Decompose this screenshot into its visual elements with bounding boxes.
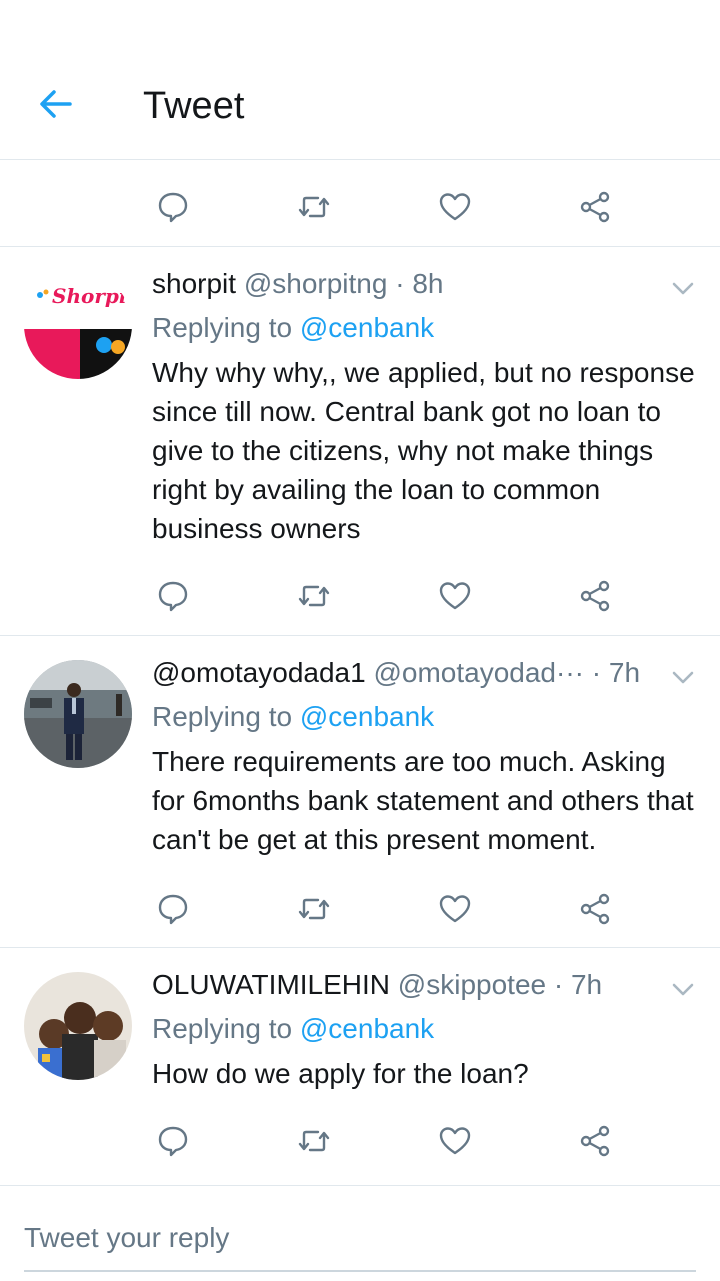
author-name[interactable]: @omotayodada1 <box>152 657 366 688</box>
like-heart-icon[interactable] <box>438 579 472 613</box>
tweet-text: Why why why,, we applied, but no respons… <box>152 357 695 544</box>
like-heart-icon[interactable] <box>438 1124 472 1158</box>
replying-to: Replying to @cenbank <box>152 311 696 345</box>
like-heart-icon[interactable] <box>438 892 472 926</box>
replying-prefix: Replying to <box>152 1013 293 1044</box>
replying-to: Replying to @cenbank <box>152 1012 696 1046</box>
replying-prefix: Replying to <box>152 701 293 732</box>
avatar-omotayodada1[interactable] <box>24 660 132 768</box>
main-tweet-actions <box>0 176 720 236</box>
tweet-meta: shorpit @shorpitng · 8h <box>152 267 696 301</box>
mention-link[interactable]: @cenbank <box>300 1013 434 1044</box>
page-title: Tweet <box>143 85 245 127</box>
author-handle[interactable]: @shorpitng <box>244 268 388 299</box>
replying-to: Replying to @cenbank <box>152 700 696 734</box>
share-icon[interactable] <box>578 892 612 926</box>
tweet-text: There requirements are too much. Asking … <box>152 746 694 855</box>
reply-composer <box>0 1185 720 1281</box>
avatar-oluwatimilehin[interactable] <box>24 972 132 1080</box>
avatar-shorpit[interactable]: Shorpit <box>24 271 132 379</box>
retweet-icon[interactable] <box>297 190 331 224</box>
tweet-time: · 7h <box>553 969 603 1000</box>
reply-icon[interactable] <box>156 579 190 613</box>
back-arrow-icon[interactable] <box>36 84 76 124</box>
reply-icon[interactable] <box>156 190 190 224</box>
tweet-actions <box>0 1110 720 1170</box>
share-icon[interactable] <box>578 190 612 224</box>
author-name[interactable]: OLUWATIMILEHIN <box>152 969 390 1000</box>
reply-tweet[interactable]: OLUWATIMILEHIN @skippotee · 7h Replying … <box>0 948 720 1180</box>
tweet-actions <box>0 878 720 938</box>
chevron-down-icon[interactable] <box>670 275 696 301</box>
chevron-down-icon[interactable] <box>670 664 696 690</box>
retweet-icon[interactable] <box>297 892 331 926</box>
avatar-logo-text: Shorpit <box>52 284 132 308</box>
reply-icon[interactable] <box>156 892 190 926</box>
share-icon[interactable] <box>578 1124 612 1158</box>
retweet-icon[interactable] <box>297 579 331 613</box>
share-icon[interactable] <box>578 579 612 613</box>
mention-link[interactable]: @cenbank <box>300 312 434 343</box>
top-bar: Tweet <box>0 0 720 160</box>
retweet-icon[interactable] <box>297 1124 331 1158</box>
tweet-meta: OLUWATIMILEHIN @skippotee · 7h <box>152 968 696 1002</box>
tweet-time: · 8h <box>395 268 444 299</box>
tweet-text: How do we apply for the loan? <box>152 1058 529 1089</box>
reply-icon[interactable] <box>156 1124 190 1158</box>
tweet-meta: @omotayodada1 @omotayodad··· · 7h <box>152 656 696 690</box>
replying-prefix: Replying to <box>152 312 293 343</box>
tweet-time: · 7h <box>591 657 641 688</box>
reply-tweet[interactable]: Shorpit shorpit @shorpitng · 8h Replying… <box>0 247 720 635</box>
author-name[interactable]: shorpit <box>152 268 236 299</box>
tweet-actions <box>0 565 720 625</box>
tweet-reply-input[interactable] <box>24 1206 696 1272</box>
chevron-down-icon[interactable] <box>670 976 696 1002</box>
author-handle[interactable]: @omotayodad··· <box>373 657 584 688</box>
mention-link[interactable]: @cenbank <box>300 701 434 732</box>
author-handle[interactable]: @skippotee <box>398 969 546 1000</box>
like-heart-icon[interactable] <box>438 190 472 224</box>
reply-tweet[interactable]: @omotayodada1 @omotayodad··· · 7h Replyi… <box>0 636 720 947</box>
